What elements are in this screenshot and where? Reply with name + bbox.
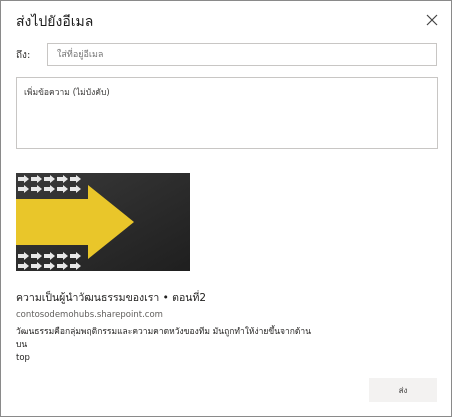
link-preview-description: วัฒนธรรมคือกลุ่มพฤติกรรมและความคาดหวังขอ… — [16, 326, 316, 365]
dialog-title: ส่งไปยังอีเมล — [16, 14, 94, 30]
send-to-email-dialog: ส่งไปยังอีเมล ถึง: ความเป็นผู้นำวัฒนธรรม… — [0, 0, 452, 417]
link-preview-thumbnail[interactable] — [16, 173, 190, 271]
description-line-2: top — [16, 353, 30, 363]
send-button[interactable]: ส่ง — [369, 378, 437, 402]
to-label: ถึง: — [16, 50, 31, 61]
link-preview-title[interactable]: ความเป็นผู้นำวัฒนธรรมของเรา • ตอนที่2 — [16, 289, 206, 306]
description-line-1: วัฒนธรรมคือกลุ่มพฤติกรรมและความคาดหวังขอ… — [16, 327, 312, 350]
link-preview-domain: contosodemohubs.sharepoint.com — [16, 310, 163, 320]
email-address-input[interactable] — [47, 43, 437, 66]
arrows-image — [16, 173, 190, 271]
close-button[interactable] — [422, 10, 442, 30]
message-input[interactable] — [16, 77, 438, 149]
close-icon — [426, 14, 438, 26]
